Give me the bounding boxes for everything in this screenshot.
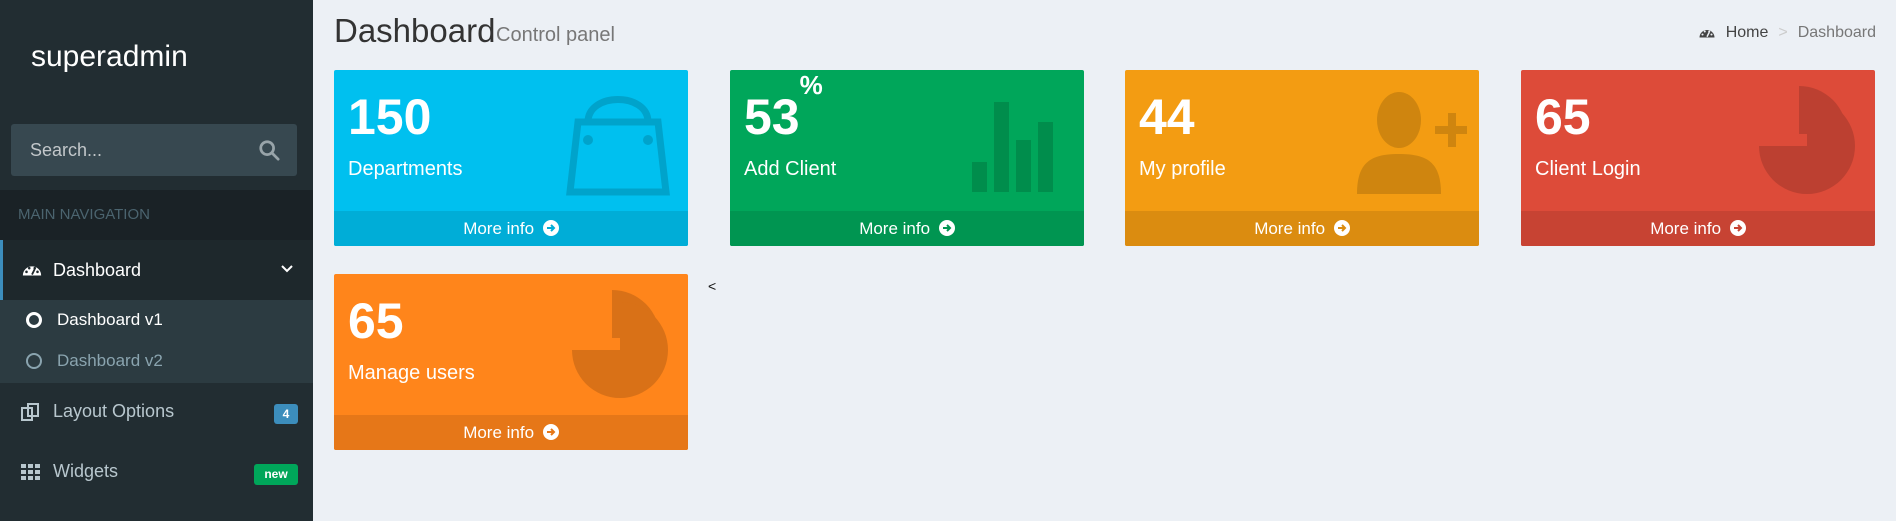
box-label: Client Login — [1535, 158, 1641, 180]
files-icon — [21, 403, 39, 421]
breadcrumb-current: Dashboard — [1797, 24, 1876, 41]
search-input[interactable]: Search... — [30, 140, 102, 161]
sidebar-item-label: Dashboard — [53, 260, 142, 280]
more-info-label: More info — [463, 423, 535, 442]
arrow-circle-right-icon — [542, 424, 559, 440]
breadcrumb-home-link[interactable]: Home — [1726, 24, 1769, 42]
chevron-down-icon[interactable] — [280, 262, 294, 276]
page-title: Dashboard — [334, 12, 496, 49]
dashboard-submenu: Dashboard v1 Dashboard v2 — [0, 300, 313, 383]
sidebar-subitem-dashboard-v1[interactable]: Dashboard v1 — [0, 300, 313, 340]
dashboard-icon — [1699, 30, 1715, 38]
my-profile-box: 44 My profile More info — [1125, 70, 1479, 246]
new-badge: new — [254, 464, 298, 485]
client-login-box: 65 Client Login More info — [1521, 70, 1875, 246]
box-value: 65 — [348, 293, 404, 349]
count-badge: 4 — [274, 404, 298, 424]
box-label: Departments — [348, 158, 463, 180]
more-info-label: More info — [1650, 219, 1722, 238]
sidebar-item-dashboard[interactable]: Dashboard — [0, 240, 313, 300]
breadcrumb-separator: > — [1778, 24, 1788, 41]
arrow-circle-right-icon — [542, 220, 559, 236]
user-plus-icon — [1357, 92, 1467, 194]
add-client-box: 53% Add Client More info — [730, 70, 1084, 246]
box-label: My profile — [1139, 158, 1226, 180]
more-info-link[interactable]: More info — [334, 211, 688, 246]
more-info-link[interactable]: More info — [730, 211, 1084, 246]
box-value: 65 — [1535, 89, 1591, 145]
dashboard-icon — [22, 266, 42, 276]
circle-icon — [26, 353, 42, 369]
sidebar-item-label: Widgets — [53, 461, 119, 481]
box-label: Manage users — [348, 362, 475, 384]
more-info-link[interactable]: More info — [1521, 211, 1875, 246]
box-value: 150 — [348, 89, 432, 145]
nav-header: MAIN NAVIGATION — [0, 190, 313, 240]
more-info-label: More info — [1254, 219, 1326, 238]
search-icon[interactable] — [258, 139, 280, 161]
box-value: 53% — [744, 70, 823, 145]
subitem-label: Dashboard v1 — [57, 310, 163, 329]
subitem-label: Dashboard v2 — [57, 351, 163, 370]
arrow-circle-right-icon — [938, 220, 955, 236]
departments-box: 150 Departments More info — [334, 70, 688, 246]
pie-chart-icon — [572, 290, 668, 398]
circle-icon — [26, 312, 42, 328]
box-value: 44 — [1139, 89, 1195, 145]
pie-chart-icon — [1759, 86, 1855, 194]
box-label: Add Client — [744, 158, 837, 180]
arrow-circle-right-icon — [1333, 220, 1350, 236]
shopping-bag-icon — [566, 96, 670, 196]
sidebar-subitem-dashboard-v2[interactable]: Dashboard v2 — [0, 341, 313, 381]
box-value-suffix: % — [799, 70, 823, 101]
more-info-link[interactable]: More info — [1125, 211, 1479, 246]
breadcrumb: Home > Dashboard — [1698, 24, 1876, 42]
sidebar-item-layout-options[interactable]: Layout Options 4 — [0, 387, 313, 437]
stray-character: < — [708, 278, 717, 294]
grid-icon — [21, 464, 40, 480]
sidebar-item-widgets[interactable]: Widgets new — [0, 447, 313, 497]
search-box[interactable]: Search... — [11, 124, 297, 176]
sidebar-item-label: Layout Options — [53, 401, 175, 421]
manage-users-box: 65 Manage users More info — [334, 274, 688, 450]
arrow-circle-right-icon — [1729, 220, 1746, 236]
more-info-label: More info — [859, 219, 931, 238]
bar-chart-icon — [972, 102, 1053, 192]
page-subtitle: Control panel — [496, 24, 615, 46]
brand-logo[interactable]: superadmin — [0, 0, 313, 121]
sidebar: superadmin Search... MAIN NAVIGATION Das… — [0, 0, 313, 521]
more-info-label: More info — [463, 219, 535, 238]
more-info-link[interactable]: More info — [334, 415, 688, 450]
